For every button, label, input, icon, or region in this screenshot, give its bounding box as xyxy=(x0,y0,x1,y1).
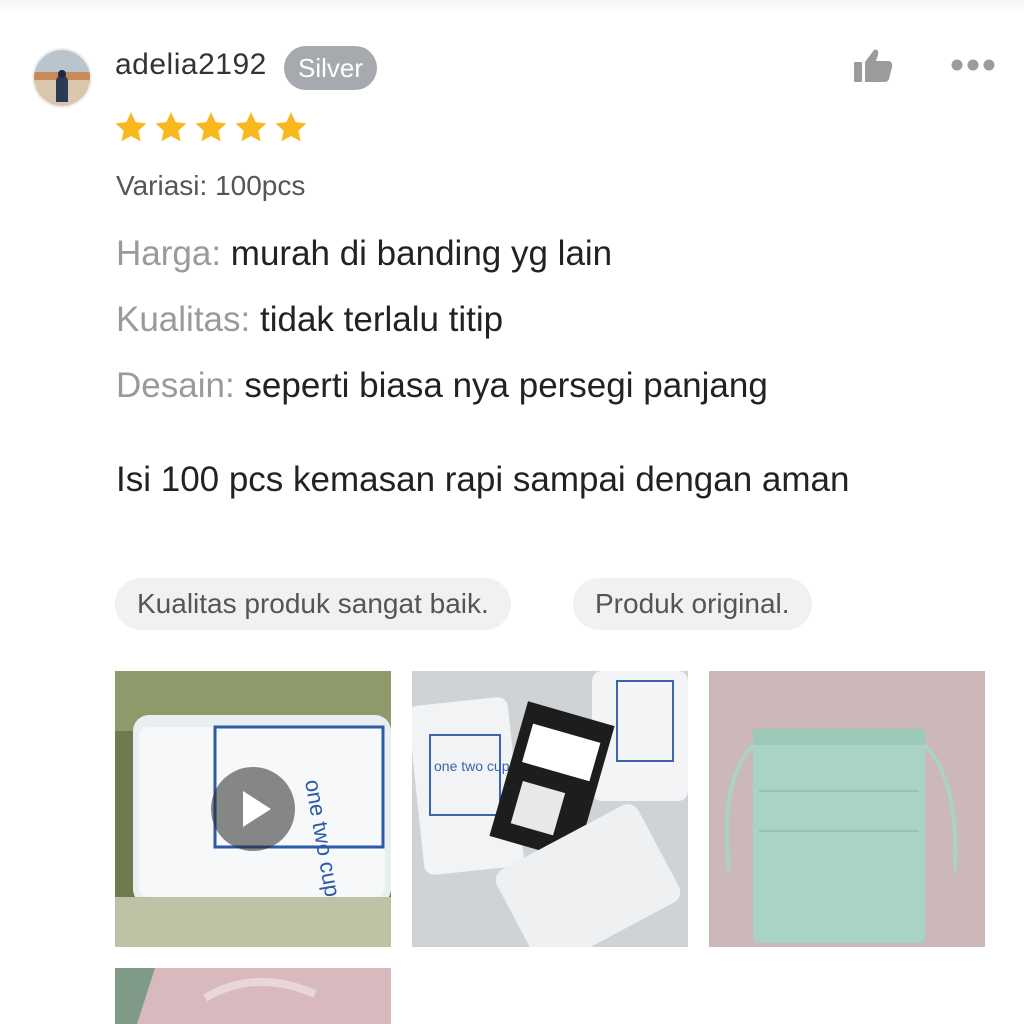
member-badge: Silver xyxy=(284,46,378,90)
star-icon xyxy=(275,112,307,142)
top-divider xyxy=(0,0,1024,14)
media-thumbnail-video[interactable]: one two cups xyxy=(115,671,391,947)
attribute-value: seperti biasa nya persegi panjang xyxy=(234,366,768,405)
star-icon xyxy=(115,112,147,142)
review-body: Isi 100 pcs kemasan rapi sampai dengan a… xyxy=(116,460,850,499)
attribute-value: tidak terlalu titip xyxy=(250,300,504,339)
media-thumbnail[interactable]: one two cups xyxy=(412,671,688,947)
attribute-label: Desain: xyxy=(116,366,235,405)
variation-label: Variasi: 100pcs xyxy=(116,170,306,201)
avatar[interactable] xyxy=(34,50,90,106)
star-rating xyxy=(113,110,309,146)
star-icon xyxy=(195,112,227,142)
tag-chip[interactable]: Kualitas produk sangat baik. xyxy=(115,578,511,630)
thumb-print-brand: one two cups xyxy=(434,758,517,774)
attribute-label: Harga: xyxy=(116,234,222,273)
tag-chip[interactable]: Produk original. xyxy=(573,578,812,630)
media-thumbnail[interactable] xyxy=(709,671,985,947)
attribute-design: Desain: seperti biasa nya persegi panjan… xyxy=(116,366,768,406)
attribute-label: Kualitas: xyxy=(116,300,251,339)
star-icon xyxy=(235,112,267,142)
username[interactable]: adelia2192 xyxy=(115,48,267,82)
like-icon[interactable] xyxy=(852,48,894,84)
more-options-icon[interactable] xyxy=(950,58,996,72)
media-thumbnail[interactable] xyxy=(115,968,391,1024)
attribute-quality: Kualitas: tidak terlalu titip xyxy=(116,300,503,340)
play-icon[interactable] xyxy=(211,767,295,851)
attribute-value: murah di banding yg lain xyxy=(221,234,613,273)
attribute-price: Harga: murah di banding yg lain xyxy=(116,234,612,274)
star-icon xyxy=(155,112,187,142)
